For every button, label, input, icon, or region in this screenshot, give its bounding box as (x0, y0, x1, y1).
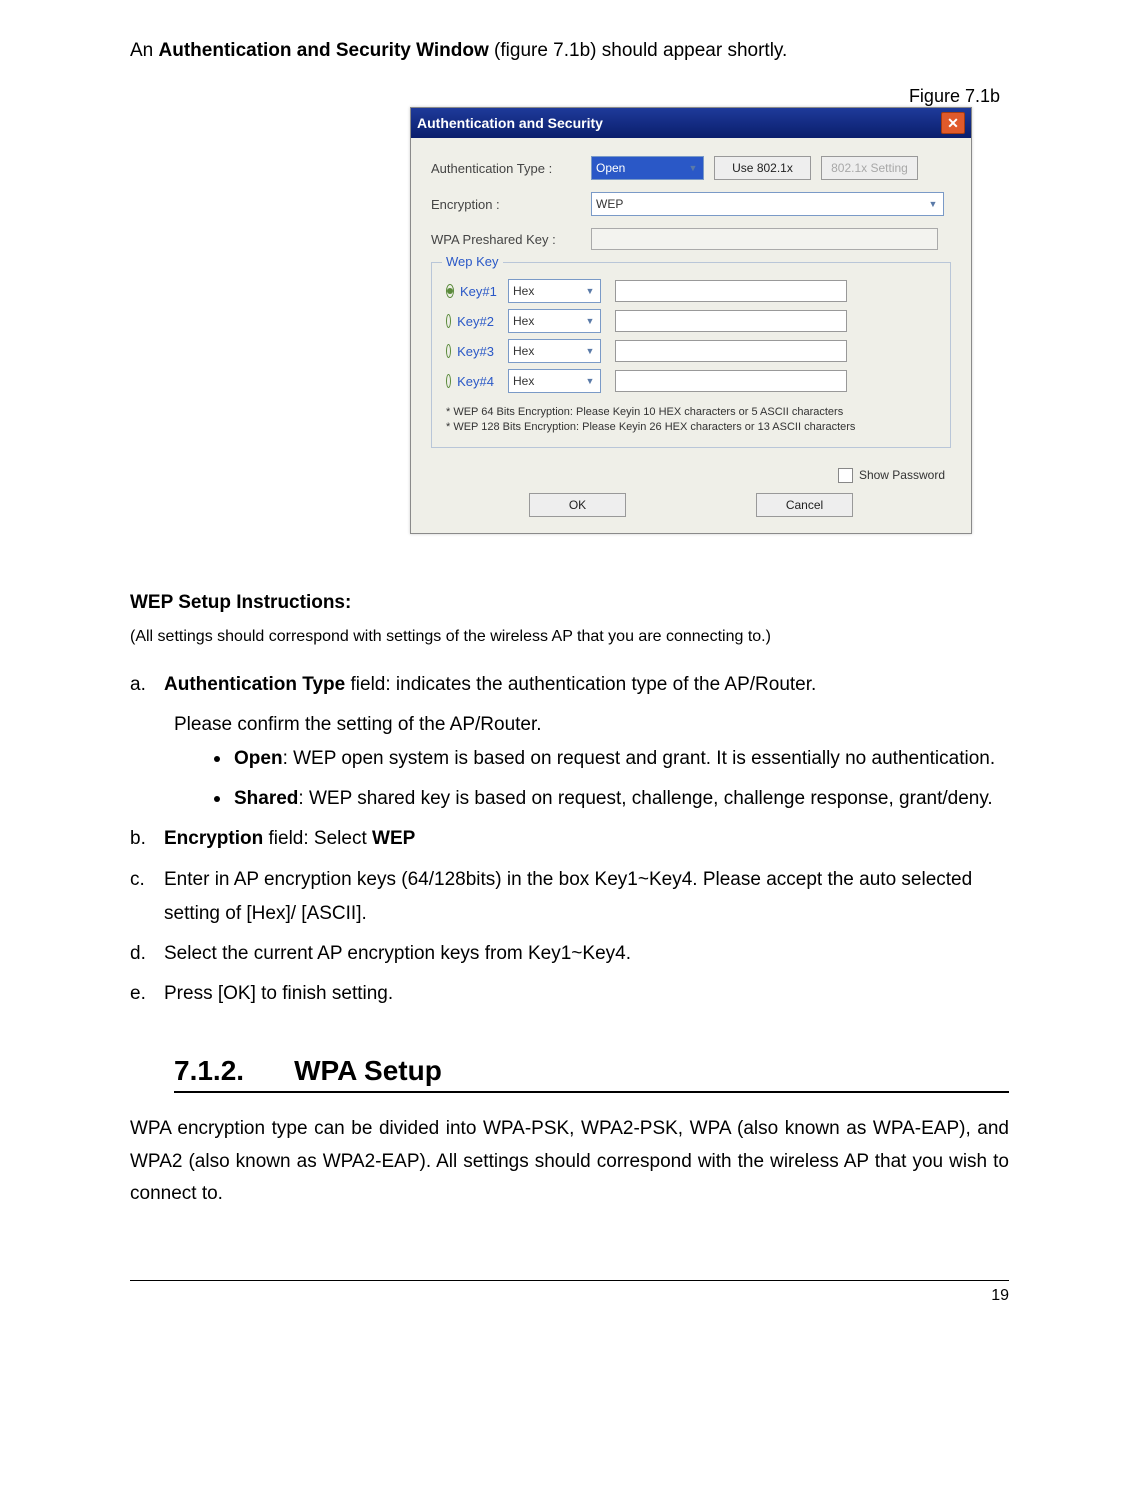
open-bullet: Open: WEP open system is based on reques… (234, 742, 995, 776)
intro-bold: Authentication and Security Window (159, 40, 489, 61)
encryption-label: Encryption : (431, 197, 581, 212)
radio-icon (446, 314, 451, 328)
key3-label: Key#3 (457, 344, 494, 359)
key4-format-value: Hex (513, 374, 534, 388)
8021x-setting-button: 802.1x Setting (821, 156, 918, 180)
encryption-select[interactable]: WEP ▼ (591, 192, 944, 216)
key4-format-select[interactable]: Hex ▼ (508, 369, 601, 393)
shared-bold: Shared (234, 788, 298, 809)
section-number: 7.1.2. (174, 1055, 244, 1087)
item-a-sub: Please confirm the setting of the AP/Rou… (174, 708, 1009, 742)
shared-text: : WEP shared key is based on request, ch… (298, 788, 992, 809)
intro-line: An Authentication and Security Window (f… (130, 40, 1009, 62)
key2-input[interactable] (615, 310, 847, 332)
item-b-mid: field: Select (263, 828, 372, 849)
encryption-value: WEP (596, 197, 623, 211)
section-heading: 7.1.2. WPA Setup (174, 1055, 1009, 1093)
item-a-text: Authentication Type field: indicates the… (164, 668, 816, 702)
item-e-letter: e. (130, 977, 156, 1011)
key2-format-value: Hex (513, 314, 534, 328)
footer-rule (130, 1280, 1009, 1281)
item-b-bold: Encryption (164, 828, 263, 849)
item-b-text: Encryption field: Select WEP (164, 822, 415, 856)
item-c-letter: c. (130, 863, 156, 931)
key1-format-select[interactable]: Hex ▼ (508, 279, 601, 303)
item-a-rest: field: indicates the authentication type… (345, 674, 816, 695)
auth-security-dialog: Authentication and Security ✕ Authentica… (410, 107, 972, 534)
item-a-letter: a. (130, 668, 156, 702)
open-bold: Open (234, 748, 283, 769)
intro-pre: An (130, 40, 159, 61)
key3-format-select[interactable]: Hex ▼ (508, 339, 601, 363)
key1-format-value: Hex (513, 284, 534, 298)
open-text: : WEP open system is based on request an… (283, 748, 996, 769)
wpa-key-label: WPA Preshared Key : (431, 232, 581, 247)
wep-heading: WEP Setup Instructions: (130, 592, 1009, 614)
chevron-down-icon: ▼ (925, 199, 941, 209)
auth-type-label: Authentication Type : (431, 161, 581, 176)
page-number: 19 (130, 1287, 1009, 1305)
wep-key-legend: Wep Key (442, 254, 503, 269)
wep-note-2: * WEP 128 Bits Encryption: Please Keyin … (446, 420, 936, 435)
key4-input[interactable] (615, 370, 847, 392)
dialog-titlebar: Authentication and Security ✕ (411, 108, 971, 138)
key1-input[interactable] (615, 280, 847, 302)
wep-note-1: * WEP 64 Bits Encryption: Please Keyin 1… (446, 405, 936, 420)
item-b-letter: b. (130, 822, 156, 856)
key3-input[interactable] (615, 340, 847, 362)
chevron-down-icon: ▼ (582, 286, 598, 296)
item-d-letter: d. (130, 937, 156, 971)
bullet-icon (214, 756, 220, 762)
wep-key-group: Wep Key Key#1 Hex▼ Key#2 Hex▼ Key#3 Hex▼ (431, 262, 951, 448)
chevron-down-icon: ▼ (582, 316, 598, 326)
auth-type-value: Open (596, 161, 625, 175)
item-a-bold: Authentication Type (164, 674, 345, 695)
ok-button[interactable]: OK (529, 493, 626, 517)
chevron-down-icon: ▼ (582, 376, 598, 386)
radio-icon (446, 284, 454, 298)
section-title: WPA Setup (294, 1055, 442, 1087)
item-b-bold2: WEP (372, 828, 415, 849)
key4-label: Key#4 (457, 374, 494, 389)
wep-note: (All settings should correspond with set… (130, 628, 1009, 646)
show-password-label: Show Password (859, 468, 945, 482)
close-icon[interactable]: ✕ (941, 112, 965, 134)
dialog-body: Authentication Type : Open ▼ Use 802.1x … (411, 138, 971, 533)
item-d-text: Select the current AP encryption keys fr… (164, 937, 631, 971)
key3-radio-wrap[interactable]: Key#3 (446, 344, 494, 359)
wpa-paragraph: WPA encryption type can be divided into … (130, 1113, 1009, 1210)
auth-type-select[interactable]: Open ▼ (591, 156, 704, 180)
key2-label: Key#2 (457, 314, 494, 329)
bullet-icon (214, 796, 220, 802)
show-password-row[interactable]: Show Password (431, 468, 945, 483)
wpa-key-input[interactable] (591, 228, 938, 250)
ordered-list: a. Authentication Type field: indicates … (130, 668, 1009, 1012)
intro-post: (figure 7.1b) should appear shortly. (489, 40, 788, 61)
key2-format-select[interactable]: Hex ▼ (508, 309, 601, 333)
item-e-text: Press [OK] to finish setting. (164, 977, 393, 1011)
chevron-down-icon: ▼ (685, 163, 701, 173)
key1-radio-wrap[interactable]: Key#1 (446, 284, 494, 299)
shared-bullet: Shared: WEP shared key is based on reque… (234, 782, 993, 816)
item-c-text: Enter in AP encryption keys (64/128bits)… (164, 863, 1009, 931)
dialog-title: Authentication and Security (417, 115, 603, 131)
use-8021x-button[interactable]: Use 802.1x (714, 156, 811, 180)
key4-radio-wrap[interactable]: Key#4 (446, 374, 494, 389)
radio-icon (446, 344, 451, 358)
figure-label: Figure 7.1b (410, 86, 1000, 107)
checkbox-icon (838, 468, 853, 483)
chevron-down-icon: ▼ (582, 346, 598, 356)
cancel-button[interactable]: Cancel (756, 493, 853, 517)
key2-radio-wrap[interactable]: Key#2 (446, 314, 494, 329)
key3-format-value: Hex (513, 344, 534, 358)
radio-icon (446, 374, 451, 388)
key1-label: Key#1 (460, 284, 497, 299)
